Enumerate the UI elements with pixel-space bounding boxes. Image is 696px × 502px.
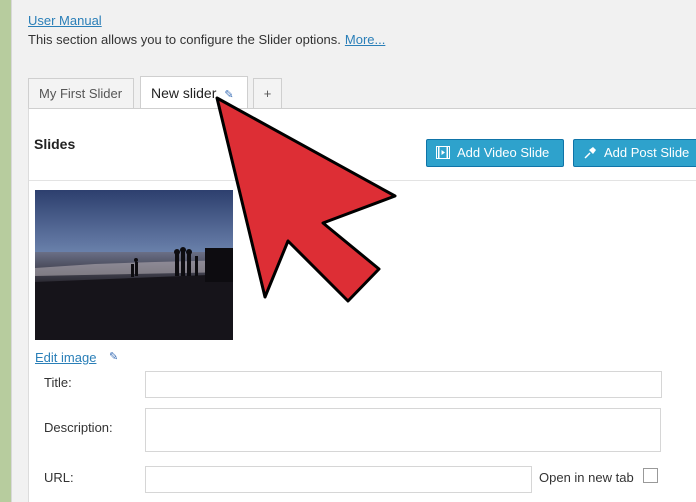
red-arrow-pointer bbox=[215, 96, 397, 303]
